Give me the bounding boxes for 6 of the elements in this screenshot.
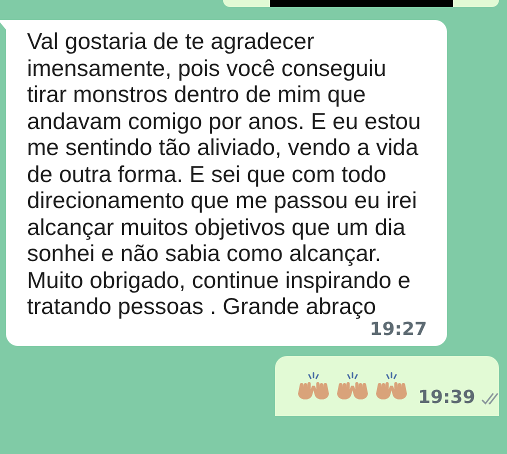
- raised-hands-icon: [336, 372, 369, 402]
- message-text: Val gostaria de te agradecer imensamente, pois você conseguiu tirar monstros dentro de mim que andavam comigo por anos. E eu estou me sentindo tão aliviado, vendo a vida de outra forma. E sei que com todo direcionamento que me passou eu irei alcançar muitos objetivos que um dia sonhei e não sabia como alcançar. Muito obrigado, continue inspirando e tratando pessoas . Grande abraço: [27, 28, 422, 320]
- message-time: 19:39: [418, 386, 476, 408]
- raised-hands-icon: [375, 372, 408, 402]
- message-time: 19:27: [370, 320, 427, 340]
- raised-hands-icon: [297, 372, 330, 402]
